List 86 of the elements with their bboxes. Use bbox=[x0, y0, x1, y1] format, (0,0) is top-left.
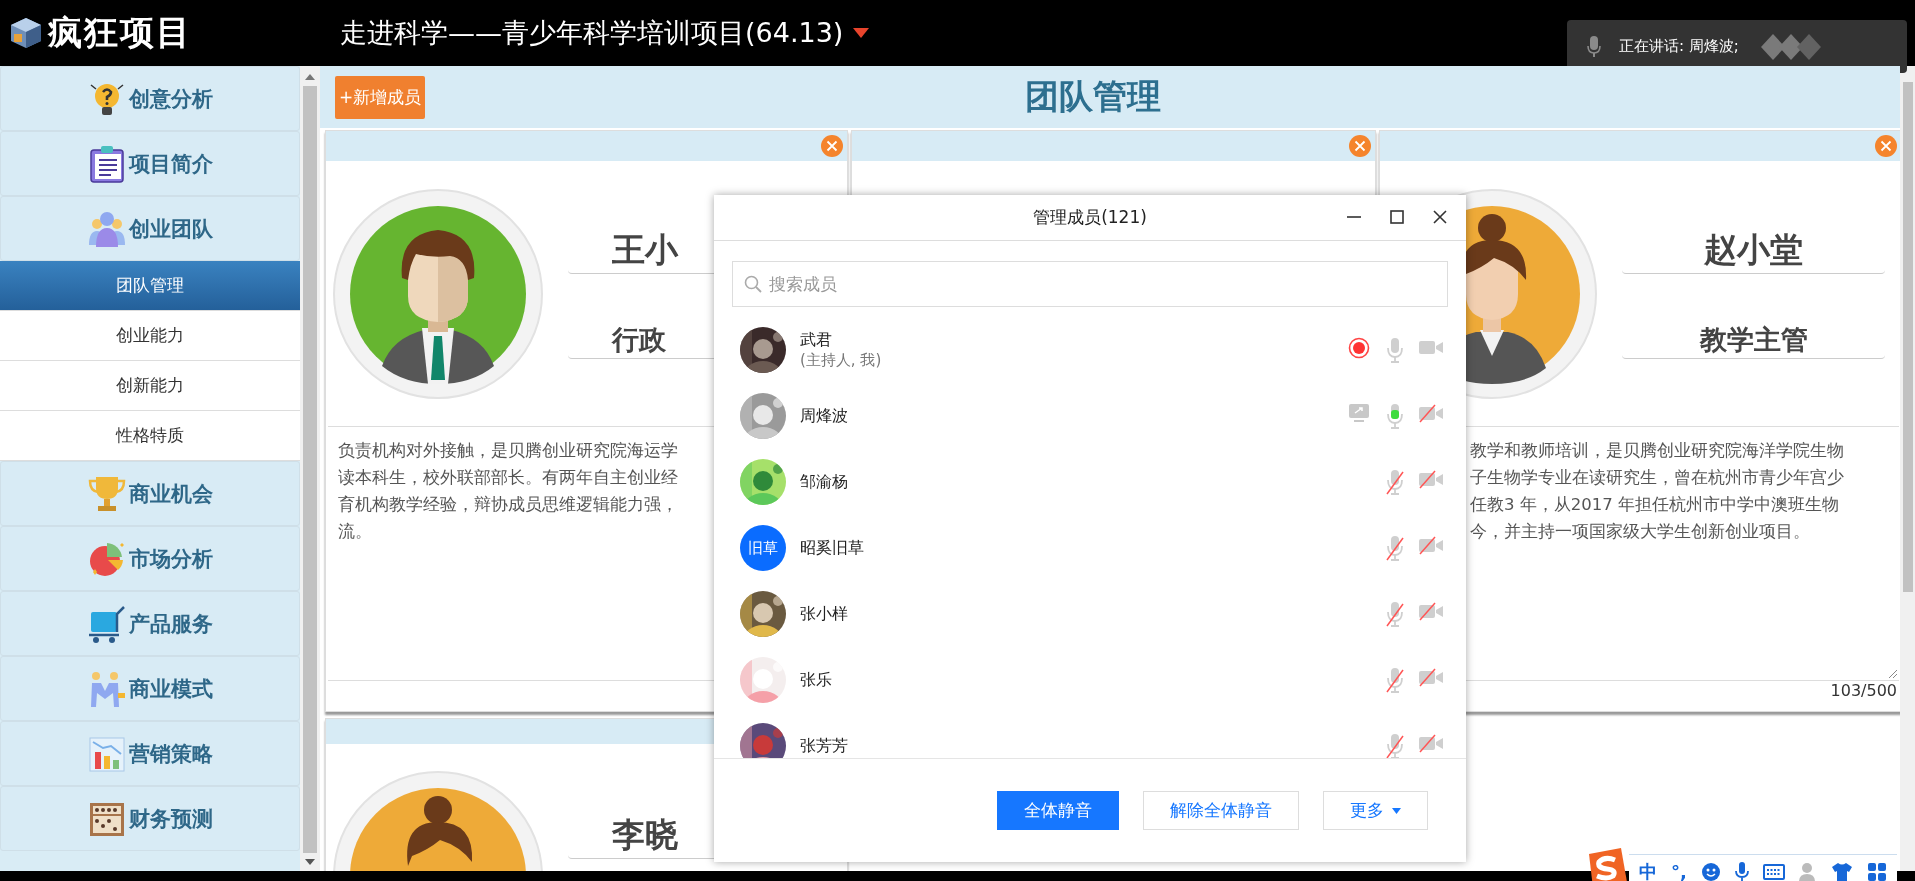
add-member-button[interactable]: +新增成员 bbox=[335, 75, 426, 119]
sidebar-item[interactable]: 创业能力 bbox=[0, 311, 300, 361]
camera-off-icon[interactable] bbox=[1418, 733, 1444, 753]
keyboard-icon[interactable] bbox=[1762, 862, 1785, 881]
record-icon[interactable] bbox=[1348, 337, 1370, 359]
sidebar-item[interactable]: 团队管理 bbox=[0, 261, 300, 311]
sidebar-category[interactable]: 商业机会 bbox=[0, 461, 300, 526]
muted-mic-icon[interactable] bbox=[1385, 667, 1405, 693]
sidebar-category[interactable]: 创意分析 bbox=[0, 66, 300, 131]
camera-off-icon[interactable] bbox=[1418, 601, 1444, 621]
caret-icon[interactable] bbox=[853, 28, 870, 38]
app-logo: 疯狂项目 bbox=[48, 11, 192, 54]
more-dropdown-button[interactable]: 更多 bbox=[1323, 791, 1428, 830]
description-text: 负责机构对外接触，是贝腾创业研究院海运学 bbox=[338, 440, 678, 462]
search-field[interactable]: 搜索成员 bbox=[732, 261, 1448, 307]
muted-mic-icon[interactable] bbox=[1385, 469, 1405, 495]
sidebar-category[interactable]: 商业模式 bbox=[0, 656, 300, 721]
sidebar-category[interactable]: 市场分析 bbox=[0, 526, 300, 591]
speaking-label: 正在讲话: 周烽波; bbox=[1619, 37, 1739, 56]
description-text: 今，并主持一项国家级大学生创新创业项目。 bbox=[1470, 521, 1810, 543]
mic-icon bbox=[1587, 35, 1601, 58]
description-text: 子生物学专业在读研究生，曾在杭州市青少年宫少 bbox=[1470, 467, 1844, 489]
ime-button[interactable]: 中 bbox=[1639, 859, 1657, 881]
shirt-icon[interactable] bbox=[1830, 861, 1853, 881]
cart-icon bbox=[87, 603, 127, 644]
member-name: 武君 bbox=[800, 330, 833, 351]
page-title: 团队管理 bbox=[1024, 75, 1162, 118]
dialog-title: 管理成员(121) bbox=[1033, 206, 1147, 229]
member-name: 王小 bbox=[612, 228, 678, 271]
category-label: 财务预测 bbox=[129, 805, 213, 833]
description-text: 育机构教学经验，辩协成员思维逻辑能力强， bbox=[338, 494, 678, 516]
category-label: 项目简介 bbox=[129, 150, 213, 178]
member-role: 行政 bbox=[612, 322, 666, 357]
character-counter: 103/500 bbox=[1830, 681, 1897, 702]
category-label: 创业团队 bbox=[129, 215, 213, 243]
mic-icon[interactable] bbox=[1734, 861, 1749, 881]
camera-off-icon[interactable] bbox=[1418, 535, 1444, 555]
sidebar-category[interactable]: 营销策略 bbox=[0, 721, 300, 786]
cube-logo-icon bbox=[8, 16, 44, 50]
muted-mic-icon[interactable] bbox=[1385, 733, 1405, 758]
description-text: 读本科生，校外联部部长。有两年自主创业经 bbox=[338, 467, 678, 489]
member-role: 教学主管 bbox=[1699, 322, 1808, 357]
sidebar-item[interactable]: 性格特质 bbox=[0, 411, 300, 461]
member-name: 周烽波 bbox=[800, 405, 849, 427]
member-name: 赵小堂 bbox=[1704, 228, 1803, 271]
close-icon[interactable] bbox=[1432, 209, 1448, 225]
member-name: 张芳芳 bbox=[800, 735, 849, 757]
camera-off-icon[interactable] bbox=[1418, 667, 1444, 687]
description-text: 任教3 年，从2017 年担任杭州市中学中澳班生物 bbox=[1470, 494, 1839, 516]
screen-share-icon[interactable] bbox=[1348, 403, 1370, 423]
member-avatar: 旧草 bbox=[740, 525, 786, 571]
scroll-up-icon[interactable] bbox=[305, 74, 315, 80]
category-label: 市场分析 bbox=[129, 545, 213, 573]
sidebar-category[interactable]: 创业团队 bbox=[0, 196, 300, 261]
description-text: 教学和教师培训，是贝腾创业研究院海洋学院生物 bbox=[1470, 440, 1844, 462]
sidebar-category[interactable]: 产品服务 bbox=[0, 591, 300, 656]
project-title[interactable]: 走进科学——青少年科学培训项目(64.13) bbox=[340, 15, 844, 51]
member-name: 李晓 bbox=[612, 814, 678, 856]
sidebar-category[interactable]: 项目简介 bbox=[0, 131, 300, 196]
sidebar-category[interactable]: 财务预测 bbox=[0, 786, 300, 851]
maximize-icon[interactable] bbox=[1389, 209, 1405, 225]
muted-mic-icon[interactable] bbox=[1385, 535, 1405, 561]
category-label: 营销策略 bbox=[129, 740, 213, 768]
category-label: 商业机会 bbox=[129, 480, 213, 508]
mute-button[interactable]: 解除全体静音 bbox=[1143, 791, 1299, 830]
camera-off-icon[interactable] bbox=[1418, 469, 1444, 489]
muted-mic-icon[interactable] bbox=[1385, 601, 1405, 627]
camera-off-icon[interactable] bbox=[1418, 403, 1444, 423]
category-label: 商业模式 bbox=[129, 675, 213, 703]
ime-button[interactable]: °, bbox=[1671, 861, 1687, 881]
resize-handle-icon[interactable] bbox=[1887, 668, 1897, 678]
scrollbar[interactable] bbox=[300, 66, 320, 871]
scrollbar[interactable] bbox=[1900, 66, 1915, 871]
scroll-down-icon[interactable] bbox=[305, 859, 315, 865]
clipboard-icon bbox=[87, 143, 127, 184]
description-text: 流。 bbox=[338, 521, 372, 543]
person-icon[interactable] bbox=[1798, 861, 1817, 881]
category-label: 产品服务 bbox=[129, 610, 213, 638]
search-icon bbox=[744, 275, 762, 293]
member-role-note: (主持人, 我) bbox=[800, 351, 883, 370]
caret-icon[interactable] bbox=[1392, 807, 1401, 814]
grid-icon[interactable] bbox=[1866, 861, 1887, 881]
smiley-icon[interactable] bbox=[1700, 861, 1721, 881]
sidebar-item[interactable]: 创新能力 bbox=[0, 361, 300, 411]
mute-button[interactable]: 全体静音 bbox=[997, 791, 1119, 830]
category-label: 创意分析 bbox=[129, 85, 213, 113]
